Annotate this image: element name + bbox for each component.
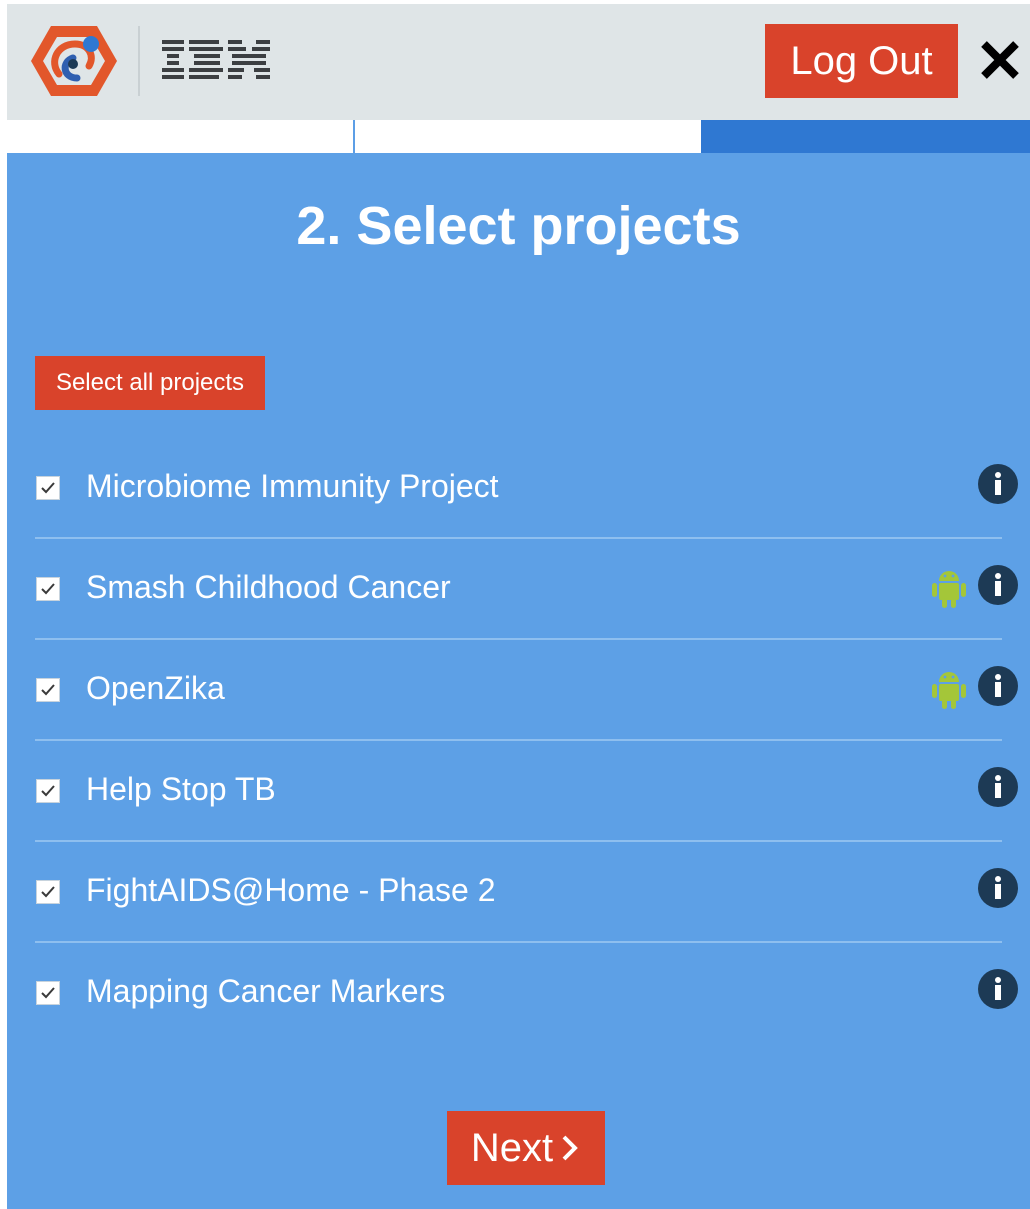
header-divider xyxy=(138,26,140,96)
project-row: Help Stop TB xyxy=(35,741,1018,842)
checkbox-checked-icon xyxy=(41,482,55,494)
checkbox-checked-icon xyxy=(41,785,55,797)
chevron-right-icon xyxy=(562,1135,578,1161)
checkbox-checked-icon xyxy=(41,583,55,595)
project-checkbox[interactable] xyxy=(36,981,60,1005)
project-name[interactable]: Microbiome Immunity Project xyxy=(86,468,499,505)
app-window: Log Out 2. Select projects Select all pr… xyxy=(7,4,1030,1209)
project-checkbox[interactable] xyxy=(36,678,60,702)
project-name[interactable]: Help Stop TB xyxy=(86,771,276,808)
header: Log Out xyxy=(7,4,1030,120)
project-checkbox[interactable] xyxy=(36,880,60,904)
android-icon xyxy=(932,571,966,608)
checkbox-checked-icon xyxy=(41,684,55,696)
page-title: 2. Select projects xyxy=(296,196,741,256)
project-list: Microbiome Immunity Project Smash Childh… xyxy=(35,438,1018,1044)
checkbox-checked-icon xyxy=(41,886,55,898)
info-icon[interactable] xyxy=(978,868,1018,908)
project-name[interactable]: Mapping Cancer Markers xyxy=(86,973,445,1010)
progress-separator xyxy=(353,120,355,153)
info-icon[interactable] xyxy=(978,969,1018,1009)
project-row: OpenZika xyxy=(35,640,1018,741)
progress-current-step xyxy=(701,120,1030,153)
project-checkbox[interactable] xyxy=(36,779,60,803)
android-icon xyxy=(932,672,966,709)
logout-button[interactable]: Log Out xyxy=(765,24,958,98)
ibm-logo-icon xyxy=(162,40,270,79)
wcg-logo-icon xyxy=(31,26,117,96)
project-name[interactable]: Smash Childhood Cancer xyxy=(86,569,451,606)
info-icon[interactable] xyxy=(978,565,1018,605)
main-panel: 2. Select projects Select all projects M… xyxy=(7,153,1030,1209)
info-icon[interactable] xyxy=(978,464,1018,504)
close-icon[interactable] xyxy=(977,37,1023,83)
project-name[interactable]: OpenZika xyxy=(86,670,225,707)
project-name[interactable]: FightAIDS@Home - Phase 2 xyxy=(86,872,496,909)
next-button[interactable]: Next xyxy=(447,1111,605,1185)
select-all-button[interactable]: Select all projects xyxy=(35,356,265,410)
project-row: Smash Childhood Cancer xyxy=(35,539,1018,640)
project-row: Microbiome Immunity Project xyxy=(35,438,1018,539)
checkbox-checked-icon xyxy=(41,987,55,999)
project-checkbox[interactable] xyxy=(36,577,60,601)
project-row: FightAIDS@Home - Phase 2 xyxy=(35,842,1018,943)
project-row: Mapping Cancer Markers xyxy=(35,943,1018,1044)
project-checkbox[interactable] xyxy=(36,476,60,500)
step-progress-bar xyxy=(7,120,1030,153)
info-icon[interactable] xyxy=(978,767,1018,807)
info-icon[interactable] xyxy=(978,666,1018,706)
next-button-label: Next xyxy=(470,1125,554,1170)
